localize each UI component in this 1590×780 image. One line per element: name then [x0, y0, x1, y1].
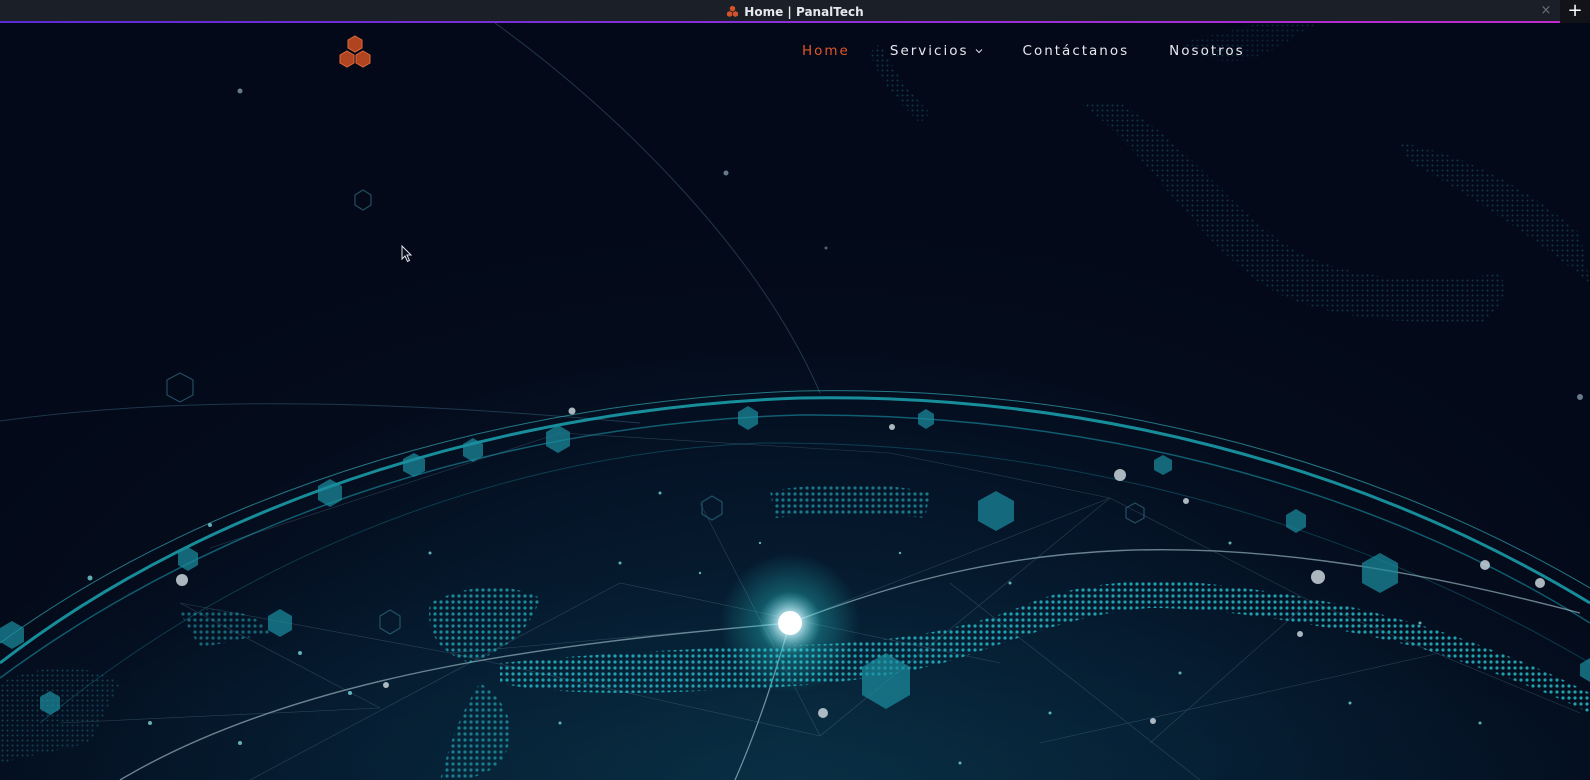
browser-titlebar: Home | PanalTech × +: [0, 0, 1590, 23]
nav-home-label: Home: [802, 43, 850, 59]
main-navigation: Home Servicios Contáctanos Nosotros: [782, 31, 1265, 71]
panaltech-logo-icon[interactable]: [337, 35, 373, 71]
nav-servicios-label: Servicios: [889, 43, 969, 59]
mouse-cursor-icon: [401, 245, 413, 263]
close-tab-icon[interactable]: ×: [1538, 2, 1554, 20]
panaltech-favicon-icon: [727, 5, 739, 17]
nav-nosotros-link[interactable]: Nosotros: [1149, 31, 1265, 71]
nav-contactanos-label: Contáctanos: [1022, 43, 1130, 59]
nav-nosotros-label: Nosotros: [1169, 43, 1245, 59]
nav-home-link[interactable]: Home: [782, 31, 870, 71]
globe-network-background: [0, 23, 1590, 780]
tab-title-text: Home | PanalTech: [744, 4, 864, 19]
new-tab-button[interactable]: +: [1560, 0, 1590, 23]
chevron-down-icon: [975, 49, 982, 54]
browser-tab[interactable]: Home | PanalTech: [726, 4, 864, 19]
nav-servicios-dropdown[interactable]: Servicios: [870, 31, 1003, 71]
nav-contactanos-link[interactable]: Contáctanos: [1003, 31, 1150, 71]
page-viewport: Home Servicios Contáctanos Nosotros: [0, 23, 1590, 780]
